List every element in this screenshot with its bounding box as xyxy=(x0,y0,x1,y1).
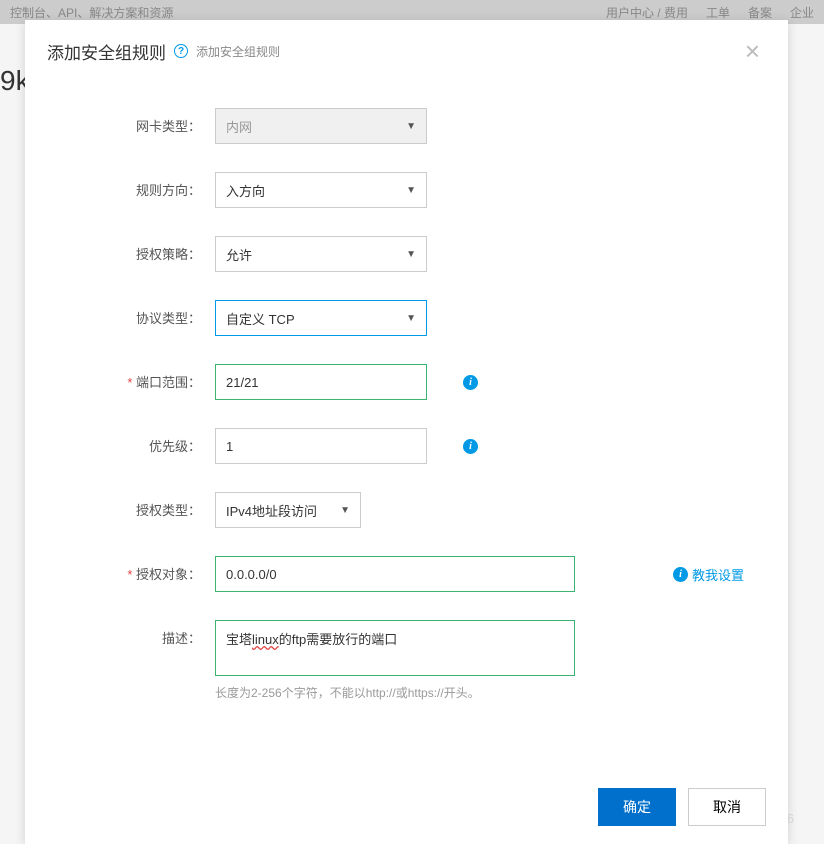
close-icon[interactable]: × xyxy=(745,38,766,64)
info-icon[interactable]: i xyxy=(463,439,478,454)
bg-nav-item: 备案 xyxy=(748,4,772,20)
select-protocol[interactable]: 自定义 TCP ▼ xyxy=(215,300,427,336)
input-priority[interactable] xyxy=(215,428,427,464)
select-value: IPv4地址段访问 xyxy=(226,501,317,520)
modal-title: 添加安全组规则 xyxy=(47,39,166,64)
chevron-down-icon: ▼ xyxy=(406,121,416,132)
bg-nav-item: 企业 xyxy=(790,4,814,20)
desc-part1: 宝塔 xyxy=(226,632,252,647)
label-priority: 优先级： xyxy=(55,428,215,455)
label-auth-object: 授权对象： xyxy=(55,556,215,583)
label-description: 描述： xyxy=(55,620,215,647)
chevron-down-icon: ▼ xyxy=(340,505,350,516)
label-auth-type: 授权类型： xyxy=(55,492,215,519)
chevron-down-icon: ▼ xyxy=(406,185,416,196)
select-policy[interactable]: 允许 ▼ xyxy=(215,236,427,272)
help-link-teach-me[interactable]: i 教我设置 xyxy=(673,565,744,584)
select-value: 允许 xyxy=(226,245,252,264)
select-value: 内网 xyxy=(226,117,252,136)
input-port[interactable] xyxy=(215,364,427,400)
select-value: 自定义 TCP xyxy=(226,309,295,328)
textarea-description[interactable]: 宝塔linux的ftp需要放行的端口 xyxy=(215,620,575,676)
row-description: 描述： 宝塔linux的ftp需要放行的端口 长度为2-256个字符，不能以ht… xyxy=(55,620,758,701)
modal-body: 网卡类型： 内网 ▼ 规则方向： 入方向 ▼ 授权策略： 允许 xyxy=(25,78,788,701)
row-policy: 授权策略： 允许 ▼ xyxy=(55,236,758,272)
modal-dialog: 添加安全组规则 ? 添加安全组规则 × 网卡类型： 内网 ▼ 规则方向： 入方向… xyxy=(25,20,788,844)
label-port: 端口范围： xyxy=(55,364,215,391)
modal-header: 添加安全组规则 ? 添加安全组规则 × xyxy=(25,20,788,78)
row-auth-object: 授权对象： i 教我设置 xyxy=(55,556,758,592)
row-priority: 优先级： i xyxy=(55,428,758,464)
modal-subtitle: 添加安全组规则 xyxy=(196,43,280,60)
desc-part3: 的ftp需要放行的端口 xyxy=(279,632,397,647)
help-icon[interactable]: ? xyxy=(174,44,188,58)
bg-nav-item: 工单 xyxy=(706,4,730,20)
select-value: 入方向 xyxy=(226,181,265,200)
bg-nav-item: 用户中心 / 费用 xyxy=(606,4,688,20)
label-protocol: 协议类型： xyxy=(55,300,215,327)
chevron-down-icon: ▼ xyxy=(406,249,416,260)
row-auth-type: 授权类型： IPv4地址段访问 ▼ xyxy=(55,492,758,528)
cancel-button[interactable]: 取消 xyxy=(688,788,766,826)
description-hint: 长度为2-256个字符，不能以http://或https://开头。 xyxy=(215,684,575,701)
row-direction: 规则方向： 入方向 ▼ xyxy=(55,172,758,208)
bg-nav-right: 用户中心 / 费用 工单 备案 企业 xyxy=(606,4,814,20)
info-icon[interactable]: i xyxy=(463,375,478,390)
select-direction[interactable]: 入方向 ▼ xyxy=(215,172,427,208)
bg-nav-left: 控制台、API、解决方案和资源 xyxy=(10,4,173,20)
info-icon: i xyxy=(673,567,688,582)
select-auth-type[interactable]: IPv4地址段访问 ▼ xyxy=(215,492,361,528)
modal-footer: 确定 取消 xyxy=(598,788,766,826)
row-port: 端口范围： i xyxy=(55,364,758,400)
ok-button[interactable]: 确定 xyxy=(598,788,676,826)
help-link-text: 教我设置 xyxy=(692,565,744,584)
chevron-down-icon: ▼ xyxy=(406,313,416,324)
desc-part-underlined: linux xyxy=(252,632,279,647)
input-auth-object[interactable] xyxy=(215,556,575,592)
label-direction: 规则方向： xyxy=(55,172,215,199)
row-nic-type: 网卡类型： 内网 ▼ xyxy=(55,108,758,144)
label-nic-type: 网卡类型： xyxy=(55,108,215,135)
label-policy: 授权策略： xyxy=(55,236,215,263)
row-protocol: 协议类型： 自定义 TCP ▼ xyxy=(55,300,758,336)
select-nic-type: 内网 ▼ xyxy=(215,108,427,144)
